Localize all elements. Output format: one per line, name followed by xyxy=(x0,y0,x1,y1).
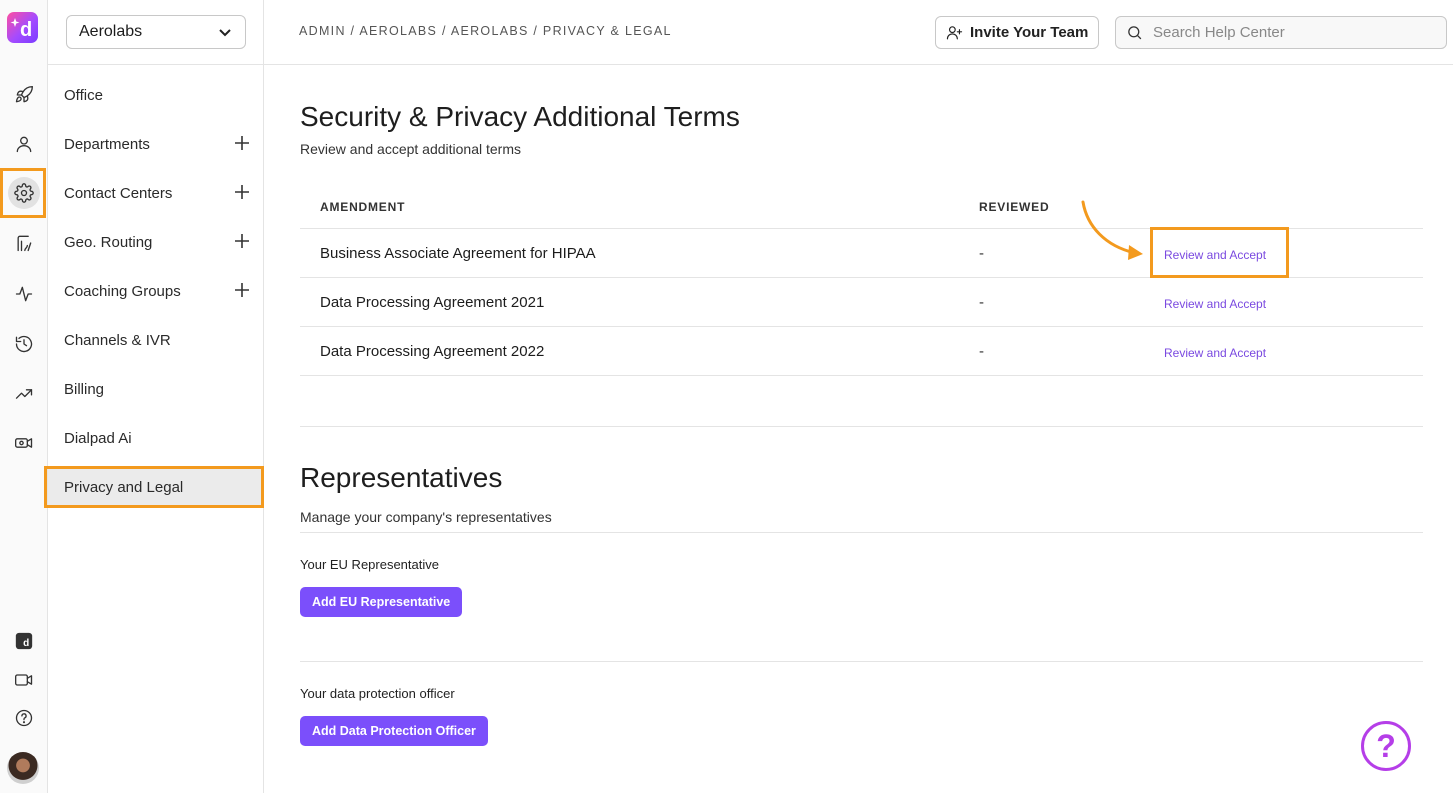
page-title: Security & Privacy Additional Terms xyxy=(300,101,740,132)
icon-rail: d d xyxy=(0,0,48,793)
trending-icon[interactable] xyxy=(8,378,40,410)
breadcrumb: ADMIN / AEROLABS / AEROLABS / PRIVACY & … xyxy=(299,24,672,38)
sidebar-item-label: Departments xyxy=(64,135,150,153)
sidebar-item-label: Office xyxy=(64,86,103,104)
chevron-down-icon xyxy=(219,29,231,37)
sidebar-item-label: Privacy and Legal xyxy=(64,478,184,496)
top-bar: ADMIN / AEROLABS / AEROLABS / PRIVACY & … xyxy=(264,0,1453,65)
dialpad-logo-icon[interactable]: d xyxy=(7,12,38,43)
eu-representative-label: Your EU Representative xyxy=(300,557,439,572)
review-accept-link[interactable]: Review and Accept xyxy=(1164,248,1266,262)
add-eu-representative-button[interactable]: Add EU Representative xyxy=(300,587,463,617)
sidebar-item-geo-routing[interactable]: Geo. Routing xyxy=(48,223,264,261)
sidebar-item-channels-ivr[interactable]: Channels & IVR xyxy=(48,321,264,359)
settings-submenu: Aerolabs Office Departments Contact Cent… xyxy=(48,0,264,793)
activity-icon[interactable] xyxy=(8,278,40,310)
gear-icon[interactable] xyxy=(8,177,40,209)
video-settings-icon[interactable] xyxy=(8,427,40,459)
table-row: Data Processing Agreement 2022 - Review … xyxy=(300,326,1423,375)
sidebar-item-label: Coaching Groups xyxy=(64,282,181,300)
add-dpo-button[interactable]: Add Data Protection Officer xyxy=(300,716,488,746)
plus-icon[interactable] xyxy=(234,233,250,249)
column-header-reviewed: REVIEWED xyxy=(979,200,1050,214)
section-divider xyxy=(300,532,1423,533)
section-subtitle: Manage your company's representatives xyxy=(300,509,552,525)
table-row: Business Associate Agreement for HIPAA -… xyxy=(300,228,1423,277)
column-header-amendment: AMENDMENT xyxy=(320,200,406,214)
amendment-name: Data Processing Agreement 2022 xyxy=(320,343,545,360)
sidebar-item-billing[interactable]: Billing xyxy=(48,370,264,408)
reviewed-value: - xyxy=(979,294,984,311)
table-bottom-divider xyxy=(300,375,1423,376)
sidebar-item-label: Billing xyxy=(64,380,105,398)
app-root: d d Aerolabs Office Departments Contact … xyxy=(0,0,1453,793)
plus-icon[interactable] xyxy=(234,282,250,298)
add-user-icon xyxy=(946,26,963,40)
review-accept-link[interactable]: Review and Accept xyxy=(1164,297,1266,311)
question-mark-icon: ? xyxy=(1376,728,1396,764)
section-divider xyxy=(300,426,1423,427)
org-select[interactable]: Aerolabs xyxy=(66,15,246,49)
dpo-label: Your data protection officer xyxy=(300,686,455,701)
help-fab-button[interactable]: ? xyxy=(1361,721,1411,771)
plus-icon[interactable] xyxy=(234,135,250,151)
invite-team-button[interactable]: Invite Your Team xyxy=(935,16,1099,49)
plus-icon[interactable] xyxy=(234,184,250,200)
amendment-name: Business Associate Agreement for HIPAA xyxy=(320,245,596,262)
video-icon[interactable] xyxy=(8,664,40,696)
svg-text:d: d xyxy=(20,19,32,41)
sidebar-item-label: Channels & IVR xyxy=(64,331,171,349)
annotation-arrow-icon xyxy=(1081,200,1143,260)
reviewed-value: - xyxy=(979,343,984,360)
rocket-icon[interactable] xyxy=(8,79,40,111)
sidebar-item-dialpad-ai[interactable]: Dialpad Ai xyxy=(48,419,264,457)
submenu-divider xyxy=(48,64,264,65)
search-icon xyxy=(1128,26,1142,40)
sidebar-item-departments[interactable]: Departments xyxy=(48,125,264,163)
avatar[interactable] xyxy=(7,752,39,784)
org-select-value: Aerolabs xyxy=(79,23,143,40)
routing-icon[interactable] xyxy=(8,227,40,259)
section-divider xyxy=(300,661,1423,662)
sidebar-item-office[interactable]: Office xyxy=(48,76,264,114)
search-box[interactable] xyxy=(1115,16,1447,49)
svg-text:d: d xyxy=(23,638,29,649)
search-input[interactable] xyxy=(1153,24,1433,41)
sidebar-item-label: Contact Centers xyxy=(64,184,173,202)
history-icon[interactable] xyxy=(8,328,40,360)
sidebar-item-contact-centers[interactable]: Contact Centers xyxy=(48,174,264,212)
page-subtitle: Review and accept additional terms xyxy=(300,141,522,157)
amendment-name: Data Processing Agreement 2021 xyxy=(320,294,545,311)
sidebar-item-label: Geo. Routing xyxy=(64,233,153,251)
help-icon[interactable] xyxy=(8,702,40,734)
reviewed-value: - xyxy=(979,245,984,262)
table-row: Data Processing Agreement 2021 - Review … xyxy=(300,277,1423,326)
dialpad-ai-icon[interactable]: d xyxy=(8,625,40,657)
person-icon[interactable] xyxy=(8,128,40,160)
sidebar-item-label: Dialpad Ai xyxy=(64,429,132,447)
review-accept-link[interactable]: Review and Accept xyxy=(1164,346,1266,360)
invite-team-label: Invite Your Team xyxy=(970,24,1089,41)
sidebar-item-privacy-legal[interactable]: Privacy and Legal xyxy=(48,468,262,506)
section-title-representatives: Representatives xyxy=(300,462,503,493)
sidebar-item-coaching-groups[interactable]: Coaching Groups xyxy=(48,272,264,310)
